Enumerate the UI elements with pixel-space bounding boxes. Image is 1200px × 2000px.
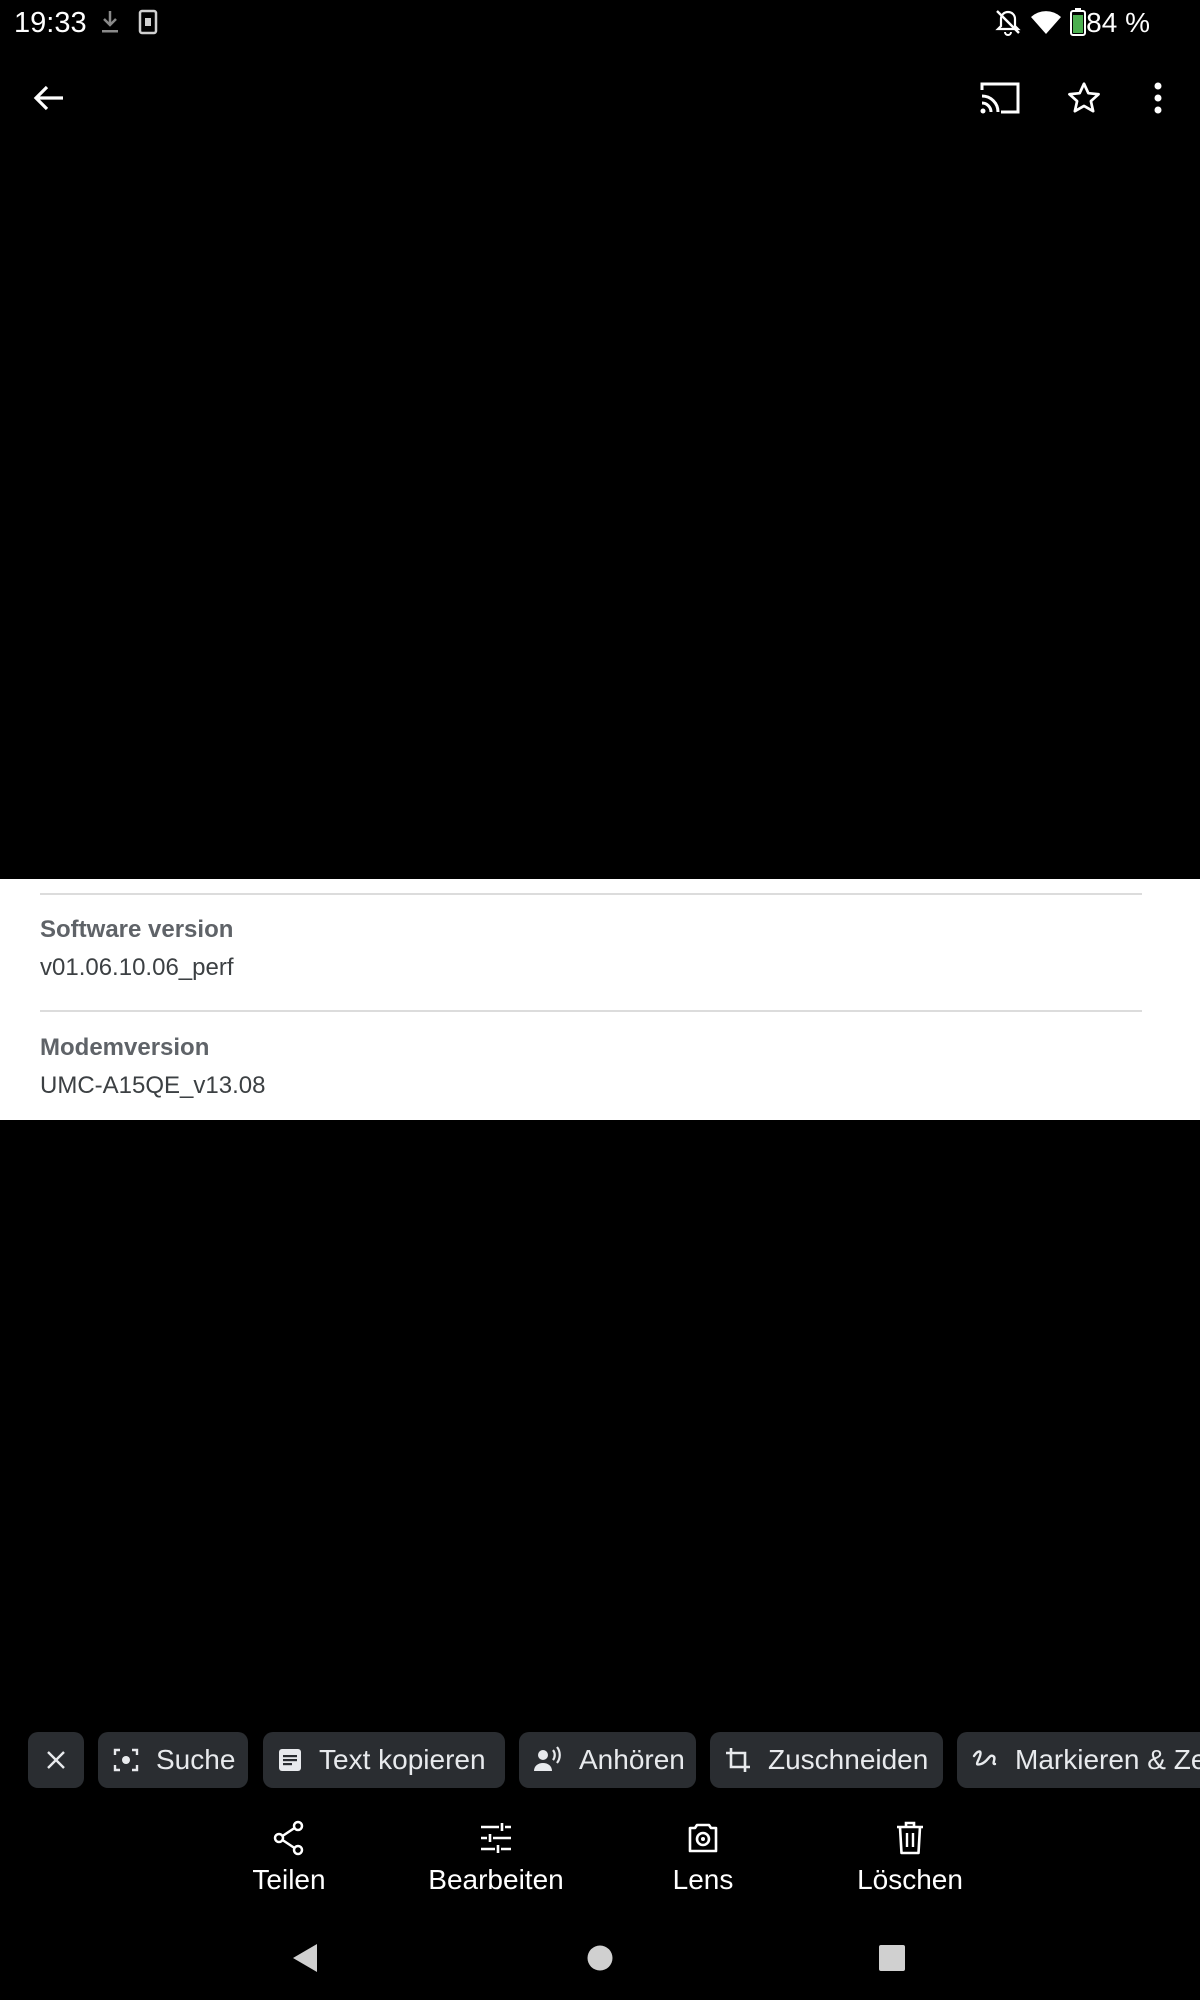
chip-copy-text[interactable]: Text kopieren	[263, 1732, 505, 1788]
chip-search[interactable]: Suche	[98, 1732, 248, 1788]
crop-icon	[726, 1748, 750, 1772]
delete-button[interactable]: Löschen	[825, 1820, 995, 1920]
markup-icon	[972, 1750, 997, 1766]
cast-icon	[980, 82, 1020, 114]
chip-listen[interactable]: Anhören	[519, 1732, 696, 1788]
divider	[40, 893, 1142, 895]
status-time: 19:33	[14, 7, 87, 39]
download-icon	[98, 8, 122, 41]
tune-icon	[481, 1823, 511, 1853]
chip-crop[interactable]: Zuschneiden	[710, 1732, 943, 1788]
nav-home-button[interactable]	[560, 1930, 640, 1986]
cast-button[interactable]	[965, 60, 1035, 136]
close-chips-button[interactable]	[28, 1732, 84, 1788]
nav-back-icon	[293, 1944, 317, 1972]
top-app-bar	[0, 60, 1200, 136]
delete-label: Löschen	[857, 1864, 963, 1895]
lens-search-icon	[113, 1748, 139, 1772]
software-version-value: v01.06.10.06_perf	[40, 954, 234, 981]
battery-icon	[1070, 8, 1086, 41]
more-vert-icon	[1154, 82, 1162, 114]
share-button[interactable]: Teilen	[204, 1820, 374, 1920]
wifi-icon	[1030, 8, 1062, 41]
share-icon	[273, 1820, 304, 1856]
edit-button[interactable]: Bearbeiten	[411, 1820, 581, 1920]
chip-markup[interactable]: Markieren & Ze	[957, 1732, 1200, 1788]
screenshot-icon	[137, 8, 159, 41]
close-icon	[47, 1751, 65, 1769]
trash-icon	[897, 1821, 923, 1855]
lens-button[interactable]: Lens	[618, 1820, 788, 1920]
back-button[interactable]	[14, 60, 84, 136]
battery-percent: 84 %	[1086, 7, 1150, 38]
chip-copy-text-label: Text kopieren	[319, 1744, 486, 1775]
chip-listen-label: Anhören	[579, 1744, 685, 1775]
text-copy-icon	[279, 1749, 301, 1771]
suggestion-chips: Suche Text kopieren Anhören Zuschneiden …	[0, 1732, 1200, 1788]
modem-version-value: UMC-A15QE_v13.08	[40, 1072, 266, 1099]
back-arrow-icon	[33, 85, 63, 111]
more-options-button[interactable]	[1123, 60, 1193, 136]
chip-crop-label: Zuschneiden	[768, 1744, 929, 1775]
listen-icon	[534, 1746, 561, 1771]
nav-back-button[interactable]	[265, 1930, 345, 1986]
nav-recents-button[interactable]	[852, 1930, 932, 1986]
edit-label: Bearbeiten	[428, 1864, 564, 1895]
bell-off-icon	[994, 8, 1022, 41]
favorite-button[interactable]	[1049, 60, 1119, 136]
share-label: Teilen	[252, 1864, 326, 1895]
chip-search-label: Suche	[156, 1744, 236, 1775]
lens-icon	[688, 1823, 718, 1853]
divider	[40, 1010, 1142, 1012]
nav-home-icon	[587, 1945, 613, 1971]
status-bar: 19:33 84 %	[0, 0, 1200, 44]
modem-version-label: Modemversion	[40, 1034, 210, 1061]
chip-markup-label: Markieren & Ze	[1015, 1744, 1200, 1775]
lens-label: Lens	[672, 1864, 734, 1895]
software-version-label: Software version	[40, 916, 234, 943]
star-outline-icon	[1068, 82, 1100, 113]
bottom-action-bar: Teilen Bearbeiten Lens Löschen	[0, 1820, 1200, 1920]
nav-recents-icon	[879, 1945, 905, 1971]
photo-content: Software version v01.06.10.06_perf Modem…	[0, 879, 1200, 1120]
system-nav-bar	[0, 1930, 1200, 2000]
